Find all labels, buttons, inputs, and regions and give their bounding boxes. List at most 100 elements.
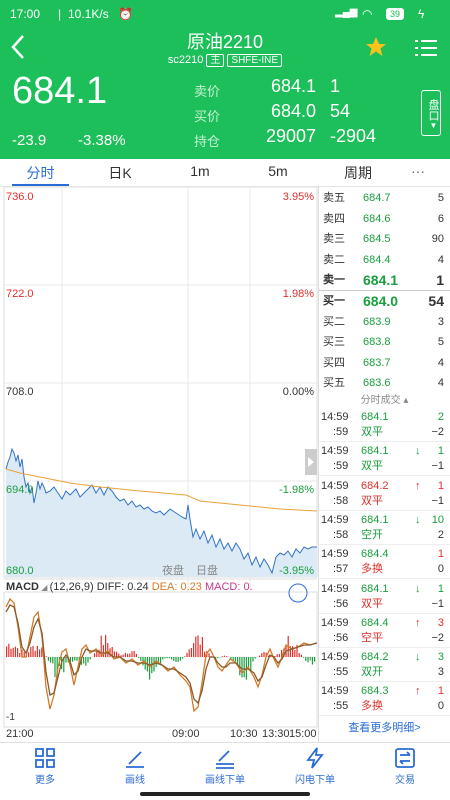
macd-bar	[263, 651, 265, 657]
macd-bar	[241, 657, 243, 678]
ask-level-price[interactable]: 684.7	[363, 188, 391, 208]
trades-title-text: 分时成交	[360, 395, 401, 406]
trade-oi-change: 2	[437, 528, 444, 541]
trade-volume: 1	[437, 685, 444, 698]
trade-seconds: :56	[333, 631, 349, 644]
tab-daily-k[interactable]: 日K	[95, 163, 145, 183]
macd-bar	[195, 636, 197, 657]
view-more-details-link[interactable]: 查看更多明细>	[319, 719, 450, 735]
trade-price: 684.4	[361, 548, 389, 561]
trade-divider	[319, 475, 450, 477]
macd-dropdown-icon[interactable]: ◢	[39, 583, 50, 592]
tab-5m[interactable]: 5m	[253, 163, 303, 179]
macd-bar	[17, 648, 19, 657]
ask-level-price[interactable]: 684.1	[363, 270, 398, 290]
open-interest: 29007	[265, 126, 316, 146]
ask-level-qty: 4	[437, 253, 444, 266]
trade-volume: 1	[437, 582, 444, 595]
draw-line-button[interactable]: 画线	[90, 747, 180, 786]
trades-title[interactable]: 分时成交 ▴	[319, 391, 450, 406]
price-change-pct: -3.38%	[78, 132, 126, 149]
trade-button[interactable]: 交易	[360, 747, 450, 786]
bid-level-price[interactable]: 683.6	[363, 373, 391, 393]
macd-bar	[36, 645, 38, 657]
trade-divider	[319, 715, 450, 717]
trade-volume: 1	[437, 548, 444, 561]
trade-divider	[319, 543, 450, 545]
trade-divider	[319, 578, 450, 580]
status-time: 17:00	[10, 7, 41, 21]
trade-time: 14:59	[321, 582, 349, 595]
macd-bar	[311, 657, 313, 665]
draw-line-order-button[interactable]: 画线下单	[180, 747, 270, 786]
sell-qty: 1	[330, 76, 341, 96]
macd-bar	[72, 657, 74, 662]
tab-1m[interactable]: 1m	[175, 163, 225, 179]
ask-level-price[interactable]: 684.6	[363, 209, 391, 229]
menu-icon[interactable]	[414, 38, 438, 58]
favorite-star-icon[interactable]	[365, 36, 387, 58]
ask-level-price[interactable]: 684.4	[363, 250, 391, 270]
ask-level-qty: 1	[436, 272, 444, 288]
trade-type: 双平	[361, 426, 383, 438]
more-button[interactable]: 更多	[0, 747, 90, 786]
macd-bar	[74, 657, 76, 661]
macd-bar	[226, 656, 228, 657]
macd-diff: DIFF: 0.24	[96, 581, 149, 593]
trade-seconds: :58	[333, 528, 349, 541]
tab-intraday[interactable]: 分时	[12, 163, 69, 183]
macd-bar	[129, 653, 131, 657]
order-book-panel: 卖五 684.7 5 卖四 684.6 6 卖三 684.5 90 卖二 684.4 4 卖一 684.1…	[318, 187, 450, 742]
intraday-chart[interactable]: 736.0 722.0 708.0 694.0 680.0 3.95% 1.98…	[0, 186, 318, 742]
macd-bar	[314, 657, 316, 662]
macd-bar	[175, 657, 177, 662]
buy-price: 684.0	[270, 101, 316, 121]
macd-bar	[47, 657, 49, 661]
night-session-label: 夜盘	[162, 565, 184, 577]
macd-bar	[162, 657, 164, 660]
bid-level-price[interactable]: 684.0	[363, 291, 398, 311]
macd-bar	[138, 657, 140, 659]
macd-bar	[116, 651, 118, 657]
macd-bar	[52, 657, 54, 664]
macd-bar	[94, 653, 96, 657]
tab-period[interactable]: 周期	[333, 163, 383, 183]
ask-level-qty: 90	[431, 233, 444, 245]
macd-bar	[292, 646, 294, 657]
macd-bar	[107, 643, 109, 657]
ask-level-price[interactable]: 684.5	[363, 229, 391, 249]
ask-level-label: 卖二	[323, 253, 345, 266]
trade-time: 14:59	[321, 445, 349, 458]
macd-bar	[19, 653, 21, 657]
macd-bar	[23, 651, 25, 657]
trade-arrow-icon: ↓	[415, 651, 421, 664]
order-book-toggle[interactable]: 盘口▼	[421, 90, 441, 136]
bid-level-price[interactable]: 683.9	[363, 312, 391, 332]
trade-volume: 10	[431, 513, 444, 526]
macd-bar	[135, 653, 137, 657]
ask-level-qty: 5	[437, 192, 444, 204]
macd-bar	[76, 657, 78, 661]
macd-bar	[278, 654, 280, 657]
trade-volume: 2	[437, 411, 444, 423]
trade-price: 684.1	[361, 582, 389, 595]
macd-title: MACD	[6, 581, 39, 593]
pencil-icon	[126, 751, 144, 768]
trade-divider	[319, 681, 450, 683]
sell-label: 卖价	[194, 84, 221, 99]
trade-arrow-icon: ↓	[415, 513, 421, 526]
pct-label-3: 0.00%	[282, 386, 314, 398]
trade-type: 双开	[361, 666, 383, 679]
macd-bar	[83, 657, 85, 664]
bid-level-qty: 5	[437, 336, 444, 348]
trade-divider	[319, 509, 450, 511]
flash-order-button[interactable]: 闪电下单	[270, 747, 360, 786]
more-tabs-icon[interactable]: ···	[398, 163, 438, 179]
macd-bar	[28, 652, 30, 657]
trade-time: 14:59	[321, 411, 349, 423]
bid-level-price[interactable]: 683.7	[363, 353, 391, 373]
bid-level-price[interactable]: 683.8	[363, 332, 391, 352]
order-book-toggle-label: 盘口	[427, 99, 439, 121]
macd-bar	[131, 651, 133, 657]
macd-params: (12,26,9)	[49, 581, 94, 593]
